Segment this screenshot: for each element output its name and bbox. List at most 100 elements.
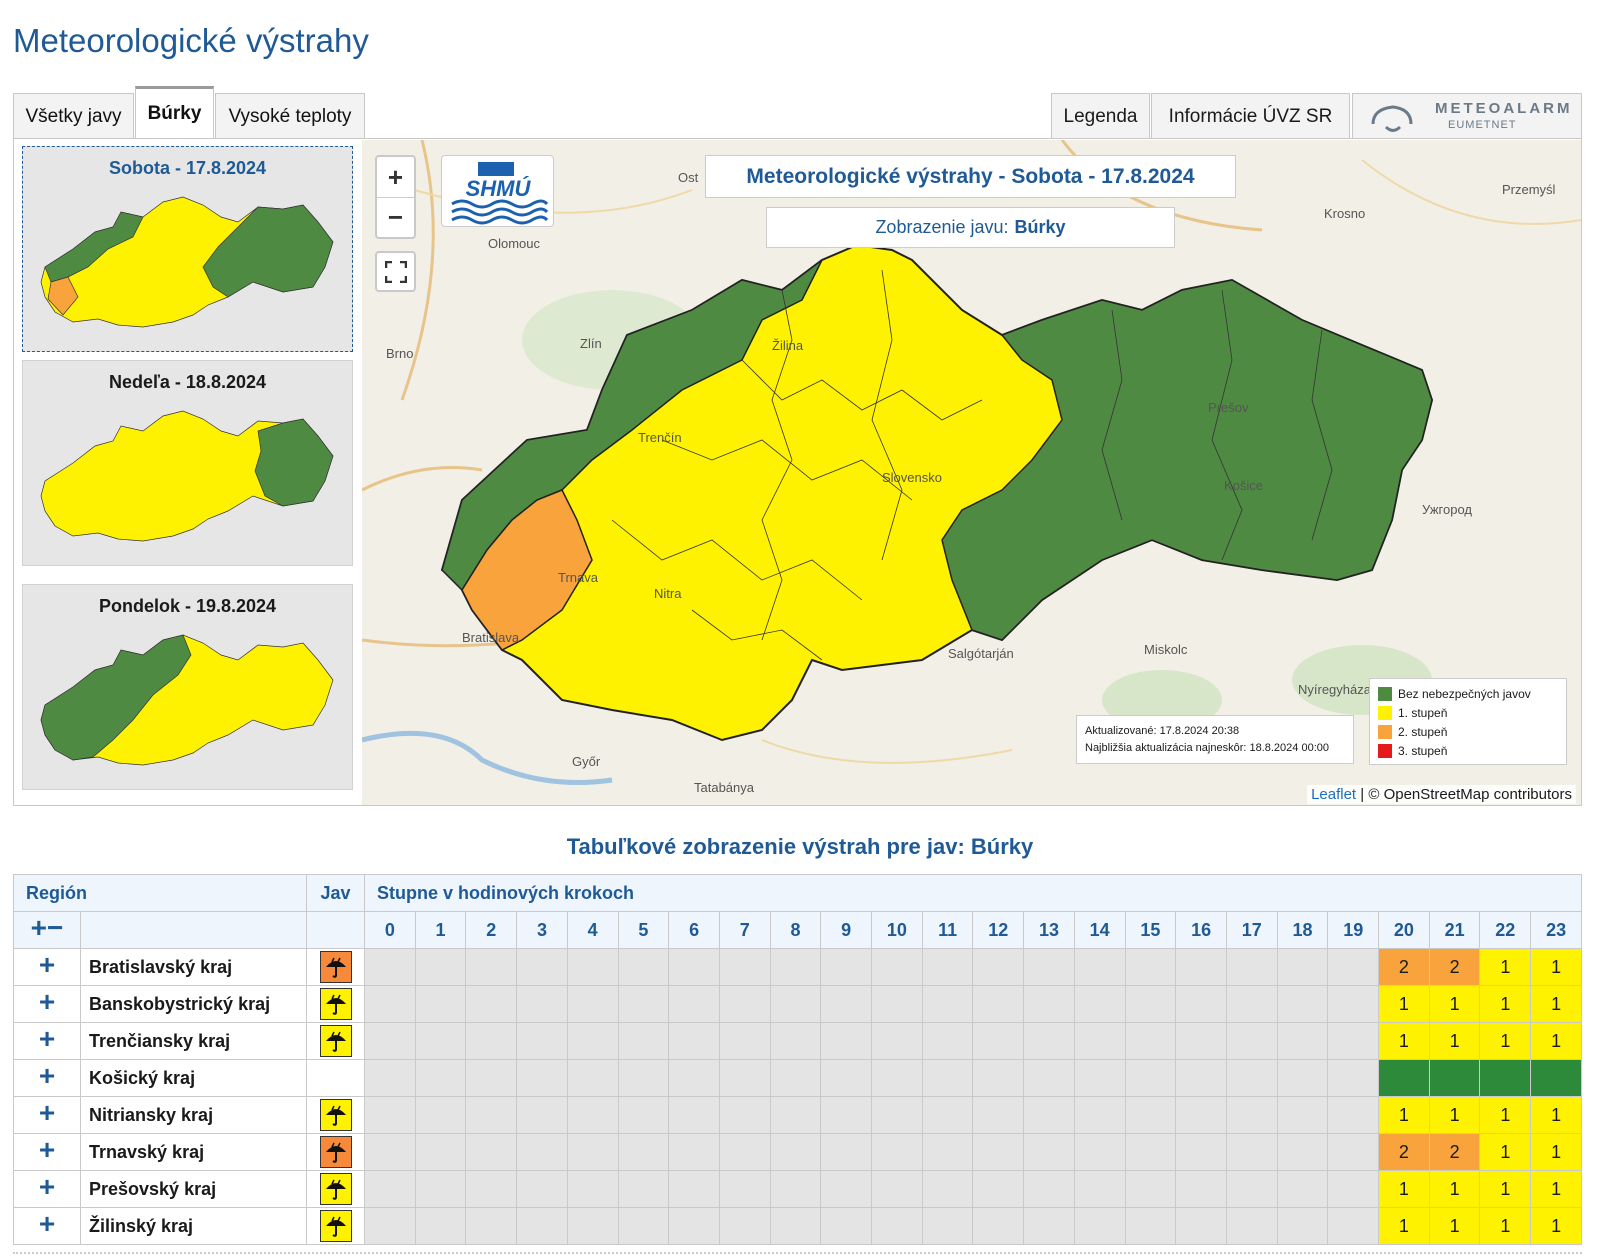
empty-hour-cell: [668, 1059, 720, 1097]
table-row: + Prešovský kraj 1 1 1 1: [13, 1170, 1582, 1208]
legend-button[interactable]: Legenda: [1051, 93, 1150, 139]
empty-hour-cell: [617, 1059, 670, 1097]
level-cell: 1: [1378, 1170, 1430, 1208]
expand-row-button[interactable]: +: [39, 986, 55, 1017]
empty-hour-cell: [1175, 1059, 1227, 1097]
expand-row-button[interactable]: +: [39, 949, 55, 980]
empty-hour-cell: [414, 1207, 467, 1245]
empty-hour-cell: [718, 1096, 771, 1134]
empty-hour-cell: [1276, 948, 1329, 986]
empty-hour-cell: [1124, 948, 1177, 986]
empty-hour-cell: [820, 1207, 873, 1245]
place-label: Žilina: [772, 338, 804, 353]
table-row: + Bratislavský kraj 2 2 1 1: [13, 948, 1582, 986]
empty-hour-cell: [820, 1170, 873, 1208]
level-cell: 2: [1378, 1133, 1430, 1171]
region-header: Región: [13, 874, 307, 912]
empty-hour-cell: [1124, 1059, 1177, 1097]
empty-hour-cell: [364, 985, 416, 1023]
legend-item: 2. stupeň: [1378, 722, 1558, 741]
day-title: Sobota - 17.8.2024: [108, 158, 267, 178]
empty-hour-cell: [414, 1096, 467, 1134]
region-name: Banskobystrický kraj: [80, 985, 307, 1023]
empty-hour-cell: [1276, 1207, 1329, 1245]
empty-hour-cell: [1073, 1059, 1126, 1097]
empty-hour-cell: [718, 1022, 771, 1060]
expand-row-button[interactable]: +: [39, 1134, 55, 1165]
warning-table: Región Jav Stupne v hodinových krokoch +…: [13, 874, 1582, 1245]
empty-hour-cell: [414, 1059, 467, 1097]
hour-header: 0: [364, 911, 416, 949]
expand-all-button[interactable]: +: [31, 912, 47, 943]
empty-hour-cell: [617, 1133, 670, 1171]
empty-hour-cell: [516, 1096, 568, 1134]
hour-header: 18: [1276, 911, 1329, 949]
empty-hour-cell: [617, 985, 670, 1023]
expand-row-button[interactable]: +: [39, 1097, 55, 1128]
empty-hour-cell: [668, 1133, 720, 1171]
empty-hour-cell: [1225, 948, 1278, 986]
level-cell: 1: [1530, 1133, 1582, 1171]
empty-hour-cell: [921, 1022, 974, 1060]
osm-attribution: | © OpenStreetMap contributors: [1360, 786, 1572, 803]
level-cell: 1: [1530, 985, 1582, 1023]
empty-hour-cell: [566, 1170, 619, 1208]
empty-hour-cell: [1327, 1133, 1380, 1171]
empty-hour-cell: [1327, 1022, 1380, 1060]
place-label: Nyíregyháza: [1298, 682, 1371, 697]
divider: [13, 1252, 1582, 1254]
empty-hour-cell: [1327, 948, 1380, 986]
region-name: Bratislavský kraj: [80, 948, 307, 986]
empty-hour-cell: [566, 1096, 619, 1134]
empty-hour-cell: [364, 1133, 416, 1171]
fullscreen-icon: [384, 260, 407, 283]
empty-hour-cell: [1023, 1059, 1075, 1097]
empty-hour-cell: [972, 1133, 1025, 1171]
region-name: Trnavský kraj: [80, 1133, 307, 1171]
empty-hour-cell: [465, 985, 518, 1023]
empty-hour-cell: [364, 948, 416, 986]
fullscreen-button[interactable]: [375, 251, 416, 292]
empty-hour-cell: [1023, 1096, 1075, 1134]
storm-icon: [319, 988, 352, 1020]
day-card-sunday[interactable]: Nedeľa - 18.8.2024: [22, 360, 353, 566]
day-card-saturday[interactable]: Sobota - 17.8.2024: [22, 146, 353, 352]
place-label: Slovensko: [882, 470, 942, 485]
tab-storms[interactable]: Búrky: [135, 86, 214, 139]
expand-row-button[interactable]: +: [39, 1171, 55, 1202]
region-name: Žilinský kraj: [80, 1207, 307, 1245]
empty-hour-cell: [364, 1207, 416, 1245]
empty-hour-cell: [1225, 985, 1278, 1023]
empty-hour-cell: [1124, 1096, 1177, 1134]
tab-high-temperatures[interactable]: Vysoké teploty: [215, 93, 365, 139]
uvz-info-button[interactable]: Informácie ÚVZ SR: [1151, 93, 1350, 139]
leaflet-link[interactable]: Leaflet: [1311, 786, 1356, 803]
empty-hour-cell: [718, 1133, 771, 1171]
empty-hour-cell: [769, 1133, 822, 1171]
empty-hour-cell: [1276, 1022, 1329, 1060]
zoom-out-button[interactable]: −: [377, 197, 414, 237]
hour-header: 3: [516, 911, 568, 949]
empty-hour-cell: [668, 1170, 720, 1208]
hour-header: 20: [1378, 911, 1430, 949]
meteoalarm-logo[interactable]: METEOALARM EUMETNET: [1352, 93, 1582, 139]
collapse-all-button[interactable]: −: [47, 912, 63, 943]
empty-hour-cell: [465, 1170, 518, 1208]
map-attribution: Leaflet | © OpenStreetMap contributors: [1307, 785, 1576, 804]
mini-map-sunday: [40, 410, 334, 542]
tab-all-phenomena[interactable]: Všetky javy: [13, 93, 134, 139]
hour-header: 1: [414, 911, 467, 949]
hour-header: 10: [871, 911, 923, 949]
expand-row-button[interactable]: +: [39, 1060, 55, 1091]
empty-hour-cell: [921, 1207, 974, 1245]
zoom-in-button[interactable]: +: [377, 157, 414, 197]
storm-icon: [319, 1099, 352, 1131]
expand-row-button[interactable]: +: [39, 1023, 55, 1054]
expand-row-button[interactable]: +: [39, 1208, 55, 1239]
level-cell: 1: [1479, 1096, 1532, 1134]
day-card-monday[interactable]: Pondelok - 19.8.2024: [22, 584, 353, 790]
legend-item: Bez nebezpečných javov: [1378, 684, 1558, 703]
meteoalarm-title: METEOALARM: [1435, 100, 1573, 117]
day-title: Pondelok - 19.8.2024: [98, 596, 277, 616]
level-cell: 1: [1378, 1096, 1430, 1134]
